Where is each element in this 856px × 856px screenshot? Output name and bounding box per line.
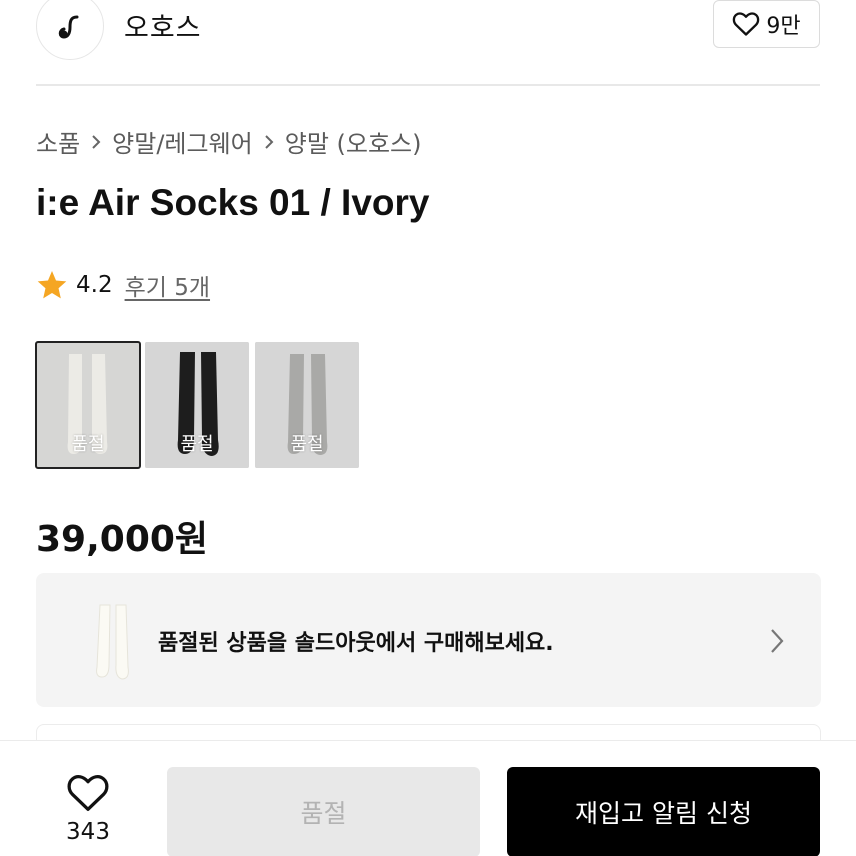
product-title: i:e Air Socks 01 / Ivory [36, 182, 430, 223]
soldout-market-banner[interactable]: 품절된 상품을 솔드아웃에서 구매해보세요. [36, 573, 821, 707]
swatch-soldout-label: 품절 [290, 434, 324, 455]
rating-row: 4.2 후기 5개 [36, 268, 210, 302]
soldout-button[interactable]: 품절 [167, 767, 480, 856]
wish-count: 343 [66, 819, 110, 845]
chevron-right-icon [263, 133, 275, 151]
brand-logo-icon [58, 15, 79, 39]
swatch-gray[interactable]: 품절 [255, 342, 359, 468]
brand-logo[interactable] [36, 0, 104, 60]
star-icon [37, 271, 67, 299]
swatch-ivory[interactable]: 품절 [35, 341, 141, 469]
swatch-soldout-label: 품절 [180, 434, 214, 455]
reviews-link[interactable]: 후기 5개 [125, 268, 210, 302]
banner-message: 품절된 상품을 솔드아웃에서 구매해보세요. [158, 631, 554, 656]
swatch-black[interactable]: 품절 [145, 342, 249, 468]
wish-button[interactable]: 343 [58, 773, 118, 845]
brand-like-button[interactable]: 9만 [713, 0, 820, 48]
chevron-right-icon [771, 629, 784, 653]
heart-icon [733, 12, 760, 36]
header-divider [36, 84, 820, 86]
restock-alert-button[interactable]: 재입고 알림 신청 [507, 767, 820, 856]
swatch-soldout-label: 품절 [71, 434, 105, 455]
brand-like-count: 9만 [766, 14, 801, 39]
breadcrumb-item-socks-brand[interactable]: 양말 (오호스) [285, 124, 422, 159]
bottom-action-bar: 343 품절 재입고 알림 신청 [0, 740, 856, 856]
chevron-right-icon [90, 133, 102, 151]
brand-name[interactable]: 오호스 [124, 6, 202, 45]
breadcrumb-item-accessories[interactable]: 소품 [36, 124, 80, 159]
rating-score: 4.2 [76, 272, 113, 298]
heart-icon [67, 774, 109, 811]
product-price: 39,000원 [36, 519, 209, 560]
banner-product-thumbnail [64, 599, 164, 683]
breadcrumb-item-socks-legwear[interactable]: 양말/레그웨어 [112, 124, 253, 159]
product-page: 오호스 9만 소품 양말/레그웨어 양말 (오호스) i:e Air Socks… [0, 0, 856, 856]
breadcrumb: 소품 양말/레그웨어 양말 (오호스) [36, 124, 422, 159]
